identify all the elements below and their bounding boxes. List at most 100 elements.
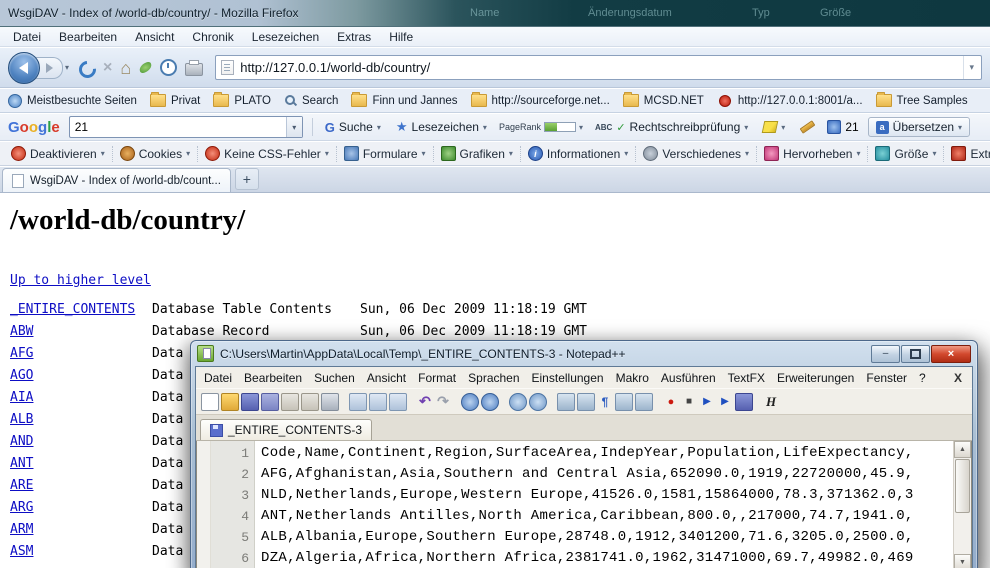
search-term-counter[interactable]: 21 <box>827 120 858 134</box>
tab-wsgidav[interactable]: WsgiDAV - Index of /world-db/count... <box>2 168 231 192</box>
maximize-button[interactable] <box>901 345 930 363</box>
new-tab-button[interactable]: + <box>235 168 259 190</box>
menu-bearbeiten[interactable]: Bearbeiten <box>50 28 126 46</box>
dir-link-ago[interactable]: AGO <box>10 365 152 387</box>
bookmark-margin[interactable] <box>197 441 211 568</box>
npp-menu-suchen[interactable]: Suchen <box>308 369 361 387</box>
save-macro-icon[interactable] <box>735 393 753 411</box>
close-button[interactable]: × <box>931 345 971 363</box>
webdev-verschiedenes[interactable]: Verschiedenes▾ <box>636 146 757 162</box>
bookmark-search[interactable]: Search <box>284 94 338 107</box>
firefox-titlebar[interactable]: WsgiDAV - Index of /world-db/country/ - … <box>0 0 990 27</box>
dir-link-and[interactable]: AND <box>10 431 152 453</box>
npp-menu-bearbeiten[interactable]: Bearbeiten <box>238 369 308 387</box>
autofill-button[interactable] <box>797 122 818 132</box>
new-file-icon[interactable] <box>201 393 219 411</box>
cut-icon[interactable] <box>349 393 367 411</box>
back-button[interactable] <box>8 52 40 84</box>
print-icon[interactable] <box>321 393 339 411</box>
translate-button[interactable]: a Übersetzen ▾ <box>868 117 970 137</box>
menu-datei[interactable]: Datei <box>4 28 50 46</box>
webdev-informationen[interactable]: iInformationen▾ <box>521 146 636 162</box>
code-line[interactable]: ALB,Albania,Europe,Southern Europe,28748… <box>261 527 953 548</box>
dir-link-alb[interactable]: ALB <box>10 409 152 431</box>
spellcheck-button[interactable]: ABC ✓ Rechtschreibprüfung ▾ <box>592 118 751 136</box>
close-all-icon[interactable] <box>301 393 319 411</box>
dir-link-entire-contents[interactable]: _ENTIRE_CONTENTS <box>10 299 152 321</box>
npp-menu-fenster[interactable]: Fenster <box>860 369 913 387</box>
dir-link-arm[interactable]: ARM <box>10 519 152 541</box>
scroll-down-arrow[interactable]: ▼ <box>954 554 971 568</box>
npp-menu-einstellungen[interactable]: Einstellungen <box>526 369 610 387</box>
menu-extras[interactable]: Extras <box>328 28 380 46</box>
npp-menu-ausfuhren[interactable]: Ausführen <box>655 369 722 387</box>
scroll-up-arrow[interactable]: ▲ <box>954 441 971 458</box>
webdev-grosse[interactable]: Größe▾ <box>868 146 944 162</box>
npp-menu-textfx[interactable]: TextFX <box>722 369 771 387</box>
menu-chronik[interactable]: Chronik <box>183 28 242 46</box>
webdev-keine-css-fehler[interactable]: Keine CSS-Fehler▾ <box>198 146 337 162</box>
run-macro-icon[interactable]: ▶ <box>717 394 733 410</box>
scrollbar-thumb[interactable] <box>955 459 970 513</box>
bookmark-privat[interactable]: Privat <box>150 94 200 107</box>
webdev-deaktivieren[interactable]: Deaktivieren▾ <box>4 146 113 162</box>
npp-menu-format[interactable]: Format <box>412 369 462 387</box>
dir-link-are[interactable]: ARE <box>10 475 152 497</box>
play-macro-icon[interactable]: ▶ <box>699 394 715 410</box>
open-file-icon[interactable] <box>221 393 239 411</box>
document-tab[interactable]: _ENTIRE_CONTENTS-3 <box>200 419 372 440</box>
editor-text[interactable]: Code,Name,Continent,Region,SurfaceArea,I… <box>255 441 953 568</box>
minimize-button[interactable]: – <box>871 345 900 363</box>
code-line[interactable]: Code,Name,Continent,Region,SurfaceArea,I… <box>261 443 953 464</box>
dir-link-aia[interactable]: AIA <box>10 387 152 409</box>
textfx-icon[interactable]: H <box>763 394 779 410</box>
google-search-dropdown-icon[interactable]: ▾ <box>286 117 302 137</box>
webdev-extras[interactable]: Extras▾ <box>944 146 990 162</box>
npp-menu-datei[interactable]: Datei <box>198 369 238 387</box>
dir-link-asm[interactable]: ASM <box>10 541 152 563</box>
paste-icon[interactable] <box>389 393 407 411</box>
bookmark-meistbesuchte-seiten[interactable]: Meistbesuchte Seiten <box>8 94 137 108</box>
record-macro-icon[interactable]: ● <box>663 394 679 410</box>
save-all-icon[interactable] <box>261 393 279 411</box>
dir-link-arg[interactable]: ARG <box>10 497 152 519</box>
google-search-button[interactable]: G Suche ▾ <box>322 118 384 137</box>
webdev-grafiken[interactable]: Grafiken▾ <box>434 146 521 162</box>
print-button[interactable] <box>185 63 203 76</box>
bookmark-finn-und-jannes[interactable]: Finn und Jannes <box>351 94 457 107</box>
dir-link-abw[interactable]: ABW <box>10 321 152 343</box>
highlighter-button[interactable]: ▾ <box>760 119 788 135</box>
google-bookmarks-button[interactable]: ★ Lesezeichen ▾ <box>393 117 490 137</box>
reload-button[interactable] <box>77 59 95 77</box>
npp-menu-help[interactable]: ? <box>913 369 932 387</box>
code-line[interactable]: AFG,Afghanistan,Asia,Southern and Centra… <box>261 464 953 485</box>
sync-vertical-icon[interactable] <box>557 393 575 411</box>
pagerank-widget[interactable]: PageRank ▾ <box>499 122 583 132</box>
notepadpp-titlebar[interactable]: C:\Users\Martin\AppData\Local\Temp\_ENTI… <box>195 341 973 366</box>
menu-hilfe[interactable]: Hilfe <box>380 28 422 46</box>
google-search-box[interactable]: ▾ <box>69 116 303 138</box>
clock-addon-icon[interactable] <box>160 59 177 76</box>
dir-link-afg[interactable]: AFG <box>10 343 152 365</box>
npp-menu-makro[interactable]: Makro <box>610 369 655 387</box>
bookmark-mcsd-net[interactable]: MCSD.NET <box>623 94 704 107</box>
zoom-out-icon[interactable] <box>529 393 547 411</box>
bookmark-tree-samples[interactable]: Tree Samples <box>876 94 968 107</box>
stop-button[interactable]: × <box>103 59 112 77</box>
bookmark-http-127-0-0-1-8001-a[interactable]: http://127.0.0.1:8001/a... <box>717 94 863 108</box>
undo-icon[interactable]: ↶ <box>417 394 433 410</box>
indent-guide-icon[interactable] <box>615 393 633 411</box>
npp-menu-ansicht[interactable]: Ansicht <box>361 369 412 387</box>
webdev-cookies[interactable]: Cookies▾ <box>113 146 198 162</box>
word-wrap-icon[interactable] <box>577 393 595 411</box>
npp-close-document-button[interactable]: X <box>946 371 970 385</box>
show-all-characters-icon[interactable]: ¶ <box>597 394 613 410</box>
history-dropdown-icon[interactable]: ▾ <box>65 63 69 72</box>
save-icon[interactable] <box>241 393 259 411</box>
code-line[interactable]: DZA,Algeria,Africa,Northern Africa,23817… <box>261 548 953 568</box>
editor-area[interactable]: 123456 Code,Name,Continent,Region,Surfac… <box>196 441 972 568</box>
google-search-input[interactable] <box>70 120 286 134</box>
url-input[interactable] <box>240 60 957 75</box>
npp-menu-erweiterungen[interactable]: Erweiterungen <box>771 369 860 387</box>
menu-lesezeichen[interactable]: Lesezeichen <box>243 28 328 46</box>
